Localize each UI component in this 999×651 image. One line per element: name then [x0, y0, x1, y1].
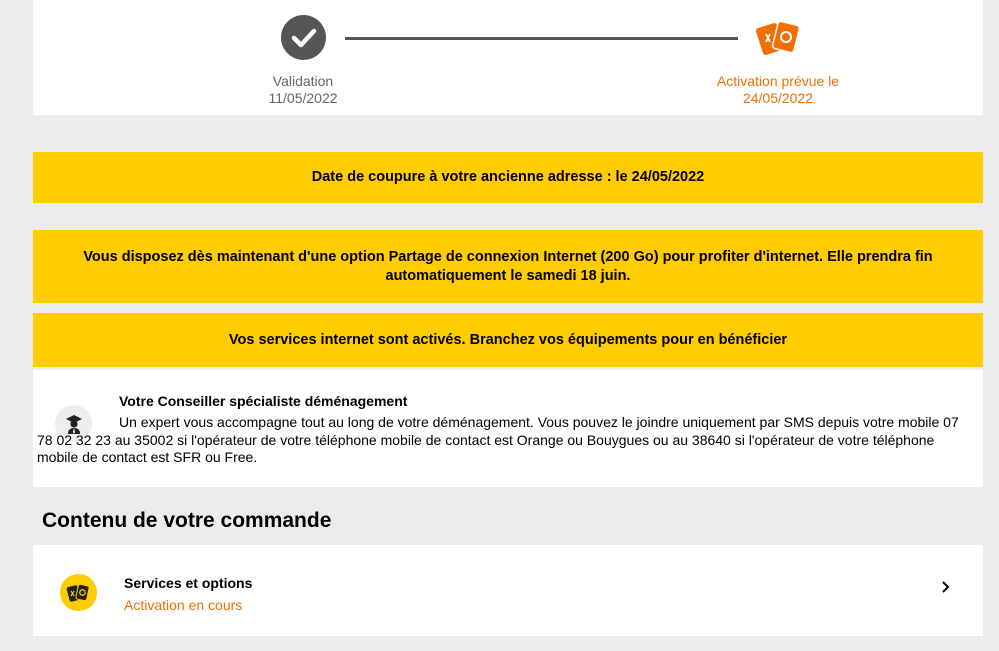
advisor-title: Votre Conseiller spécialiste déménagemen…: [119, 393, 408, 409]
progress-card: Validation 11/05/2022 Activation prévue …: [33, 0, 983, 115]
services-activated-text: Vos services internet sont activés. Bran…: [228, 331, 788, 348]
services-options-status: Activation en cours: [124, 597, 243, 613]
cards-icon: [60, 574, 97, 611]
cards-icon: [755, 15, 803, 60]
step-activation-title: Activation prévue le: [716, 73, 840, 89]
check-circle-icon: [281, 15, 326, 60]
step-activation-label: Activation prévue le 24/05/2022: [698, 73, 858, 107]
progress-line: [345, 37, 738, 40]
order-section-title: Contenu de votre commande: [42, 509, 332, 532]
cutoff-date-text: Date de coupure à votre ancienne adresse…: [311, 169, 705, 185]
step-validation-title: Validation: [272, 73, 334, 89]
connection-sharing-banner: Vous disposez dès maintenant d'une optio…: [33, 230, 983, 303]
connection-sharing-text-2: automatiquement le samedi 18 juin.: [385, 267, 631, 284]
connection-sharing-text-1: Vous disposez dès maintenant d'une optio…: [83, 248, 933, 265]
chevron-right-icon[interactable]: [938, 577, 954, 597]
cutoff-date-banner: Date de coupure à votre ancienne adresse…: [33, 152, 983, 203]
step-validation-date: 11/05/2022: [268, 90, 338, 106]
advisor-description: Un expert vous accompagne tout au long d…: [37, 414, 959, 465]
advisor-card: Votre Conseiller spécialiste déménagemen…: [33, 370, 983, 487]
services-options-item[interactable]: Services et options Activation en cours: [33, 545, 983, 636]
step-activation-date: 24/05/2022: [742, 90, 814, 106]
services-options-title: Services et options: [124, 575, 253, 591]
services-activated-banner: Vos services internet sont activés. Bran…: [33, 313, 983, 367]
step-validation-label: Validation 11/05/2022: [243, 73, 363, 107]
